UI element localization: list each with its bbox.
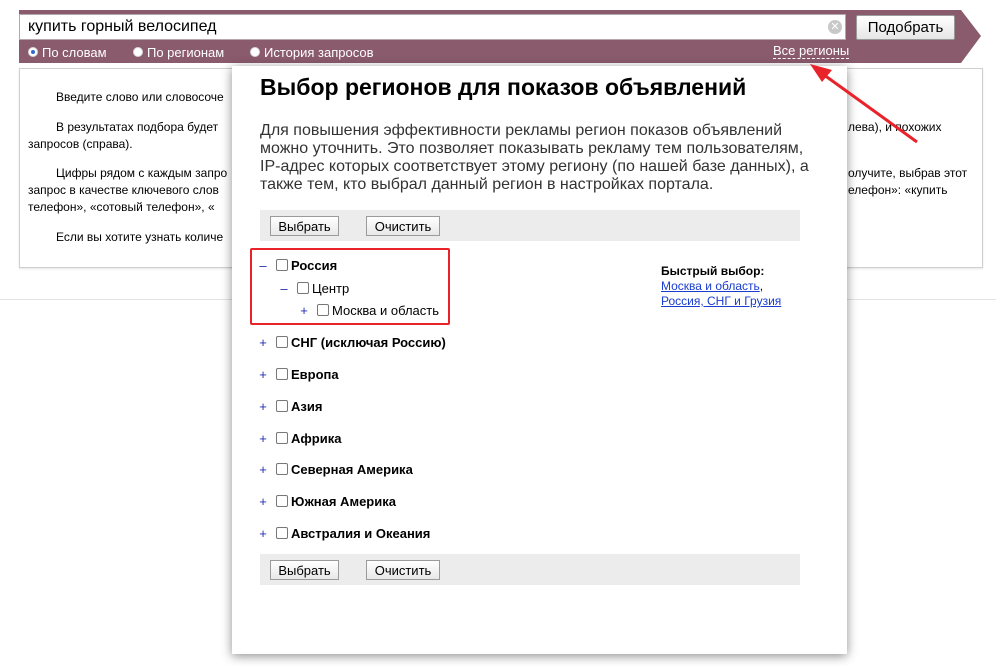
- plus-icon[interactable]: +: [256, 431, 270, 446]
- search-box[interactable]: ✕: [19, 14, 846, 40]
- checkbox-north-america[interactable]: [276, 463, 288, 475]
- mode-label: По регионам: [147, 44, 225, 60]
- region-label: Африка: [291, 430, 342, 446]
- region-europe: + Европа: [256, 365, 339, 383]
- info-line-4: Цифры рядом с каждым запро: [56, 166, 228, 180]
- plus-icon[interactable]: +: [256, 526, 270, 541]
- search-bar-arrow: [961, 10, 981, 63]
- mode-history[interactable]: История запросов: [250, 43, 374, 61]
- quick-link-russia-cis-georgia[interactable]: Россия, СНГ и Грузия: [661, 294, 781, 309]
- submit-button[interactable]: Подобрать: [856, 15, 955, 40]
- close-circle-icon[interactable]: ✕: [828, 20, 842, 34]
- mode-by-regions[interactable]: По регионам: [133, 43, 224, 61]
- region-africa: + Африка: [256, 429, 341, 447]
- quick-select-line-1: Москва и область,: [661, 279, 781, 294]
- region-australia: + Австралия и Океания: [256, 524, 430, 542]
- checkbox-africa[interactable]: [276, 432, 288, 444]
- checkbox-cis[interactable]: [276, 336, 288, 348]
- info-line-2: В результатах подбора будет: [56, 120, 219, 134]
- region-asia: + Азия: [256, 397, 322, 415]
- checkbox-europe[interactable]: [276, 368, 288, 380]
- plus-icon[interactable]: +: [256, 335, 270, 350]
- info-line-5-tail: елефон»: «купить: [848, 183, 948, 197]
- mode-label: История запросов: [264, 44, 374, 60]
- radio-icon[interactable]: [133, 47, 143, 57]
- quick-link-moscow[interactable]: Москва и область: [661, 279, 760, 293]
- info-line-5: запрос в качестве ключевого слов: [28, 183, 219, 197]
- quick-select: Быстрый выбор: Москва и область, Россия,…: [661, 264, 781, 309]
- select-button-top[interactable]: Выбрать: [270, 216, 339, 236]
- info-line-6: телефон», «сотовый телефон», «: [28, 200, 215, 214]
- search-input[interactable]: [28, 17, 818, 37]
- checkbox-australia[interactable]: [276, 527, 288, 539]
- region-label: Европа: [291, 366, 339, 382]
- modal-title: Выбор регионов для показов объявлений: [260, 74, 747, 100]
- quick-select-separator: ,: [759, 279, 764, 293]
- region-modal: Выбор регионов для показов объявлений Дл…: [232, 66, 847, 654]
- region-label: Австралия и Океания: [291, 525, 431, 541]
- info-line-3: запросов (справа).: [28, 137, 133, 151]
- region-south-america: + Южная Америка: [256, 492, 396, 510]
- mode-label: По словам: [42, 44, 107, 60]
- top-button-bar: Выбрать Очистить: [260, 210, 800, 241]
- select-button-bottom[interactable]: Выбрать: [270, 560, 339, 580]
- annotation-highlight-box: [250, 248, 450, 325]
- checkbox-asia[interactable]: [276, 400, 288, 412]
- quick-select-title: Быстрый выбор:: [661, 264, 765, 278]
- region-label: Южная Америка: [291, 493, 396, 509]
- plus-icon[interactable]: +: [256, 399, 270, 414]
- info-line-1: Введите слово или словосоче: [56, 90, 224, 104]
- mode-by-words[interactable]: По словам: [28, 43, 107, 61]
- checkbox-south-america[interactable]: [276, 495, 288, 507]
- info-line-7: Если вы хотите узнать количе: [56, 230, 224, 244]
- all-regions-link[interactable]: Все регионы: [773, 43, 850, 59]
- radio-icon[interactable]: [28, 47, 38, 57]
- radio-icon[interactable]: [250, 47, 260, 57]
- clear-button-top[interactable]: Очистить: [366, 216, 440, 236]
- modal-description: Для повышения эффективности рекламы реги…: [260, 122, 809, 193]
- region-label: Северная Америка: [291, 461, 413, 477]
- region-label: Азия: [291, 398, 323, 414]
- info-line-2-tail: лева), и похожих: [848, 120, 942, 134]
- region-label: СНГ (исключая Россию): [291, 334, 446, 350]
- bottom-button-bar: Выбрать Очистить: [260, 554, 800, 585]
- info-line-4-tail: олучите, выбрав этот: [848, 166, 968, 180]
- plus-icon[interactable]: +: [256, 494, 270, 509]
- plus-icon[interactable]: +: [256, 462, 270, 477]
- region-north-america: + Северная Америка: [256, 460, 413, 478]
- clear-button-bottom[interactable]: Очистить: [366, 560, 440, 580]
- plus-icon[interactable]: +: [256, 367, 270, 382]
- region-cis: + СНГ (исключая Россию): [256, 333, 446, 351]
